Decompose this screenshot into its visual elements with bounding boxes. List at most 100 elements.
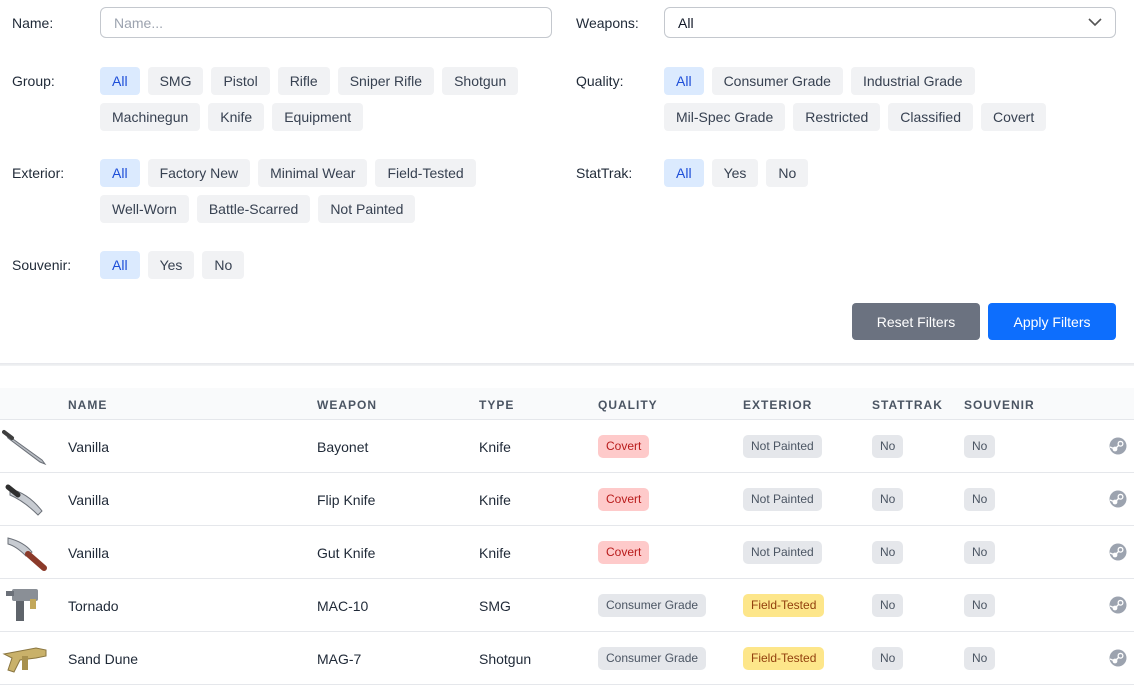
exterior-chip-minimal-wear[interactable]: Minimal Wear [258, 159, 368, 187]
souvenir-badge: No [964, 435, 996, 458]
stattrak-badge: No [872, 594, 904, 617]
souvenir-chip-all[interactable]: All [100, 251, 140, 279]
table-header: NAME WEAPON TYPE QUALITY EXTERIOR STATTR… [0, 388, 1134, 420]
cell-weapon: Flip Knife [317, 492, 376, 508]
group-chip-machinegun[interactable]: Machinegun [100, 103, 201, 131]
exterior-badge: Not Painted [743, 488, 822, 511]
steam-icon[interactable] [1109, 649, 1127, 667]
cell-name: Vanilla [68, 545, 109, 561]
quality-badge: Covert [598, 541, 650, 564]
souvenir-badge: No [964, 541, 996, 564]
stattrak-chip-yes[interactable]: Yes [711, 159, 759, 187]
quality-badge: Consumer Grade [598, 594, 707, 617]
stattrak-badge: No [872, 541, 904, 564]
cell-type: Knife [479, 492, 511, 508]
souvenir-chip-no[interactable]: No [202, 251, 245, 279]
exterior-chip-field-tested[interactable]: Field-Tested [375, 159, 476, 187]
header-stattrak[interactable]: STATTRAK [872, 398, 943, 412]
exterior-badge: Not Painted [743, 541, 822, 564]
stattrak-badge: No [872, 647, 904, 670]
quality-options: All Consumer Grade Industrial Grade Mil-Spe… [664, 67, 1094, 131]
weapons-label: Weapons: [576, 15, 639, 31]
table-row[interactable]: Vanilla Flip Knife Knife Covert Not Painted N… [0, 473, 1134, 526]
cell-weapon: Bayonet [317, 439, 369, 455]
exterior-chip-all[interactable]: All [100, 159, 140, 187]
quality-chip-consumer-grade[interactable]: Consumer Grade [711, 67, 843, 95]
name-label: Name: [12, 15, 54, 31]
header-type[interactable]: TYPE [479, 398, 514, 412]
cell-type: Knife [479, 439, 511, 455]
cell-name: Vanilla [68, 439, 109, 455]
cell-weapon: MAG-7 [317, 651, 362, 667]
souvenir-chip-yes[interactable]: Yes [147, 251, 195, 279]
group-chip-equipment[interactable]: Equipment [272, 103, 364, 131]
exterior-badge: Field-Tested [743, 594, 825, 617]
weapons-select-value: All [678, 14, 694, 31]
reset-filters-button[interactable]: Reset Filters [852, 303, 980, 340]
cell-name: Sand Dune [68, 651, 139, 667]
table-row[interactable]: Vanilla Gut Knife Knife Covert Not Painted No… [0, 526, 1134, 579]
group-chip-pistol[interactable]: Pistol [211, 67, 270, 95]
quality-badge: Consumer Grade [598, 647, 707, 670]
cell-name: Tornado [68, 598, 119, 614]
souvenir-label: Souvenir: [12, 257, 72, 273]
table-body: Vanilla Bayonet Knife Covert Not Painted No No… [0, 420, 1134, 685]
cell-type: Shotgun [479, 651, 532, 667]
chevron-down-icon [1088, 18, 1102, 27]
table-row[interactable]: Sand Dune MAG-7 Shotgun Consumer Grade Field… [0, 632, 1134, 685]
quality-chip-covert[interactable]: Covert [981, 103, 1047, 131]
table-row[interactable]: Tornado MAC-10 SMG Consumer Grade Field-Test… [0, 579, 1134, 632]
group-label: Group: [12, 73, 55, 89]
quality-chip-industrial-grade[interactable]: Industrial Grade [850, 67, 975, 95]
exterior-options: All Factory New Minimal Wear Field-Tested We… [100, 159, 520, 223]
exterior-label: Exterior: [12, 165, 65, 181]
table-row[interactable]: Vanilla Bayonet Knife Covert Not Painted No No [0, 420, 1134, 473]
cell-weapon: Gut Knife [317, 545, 376, 561]
quality-chip-all[interactable]: All [664, 67, 704, 95]
group-chip-all[interactable]: All [100, 67, 140, 95]
header-quality[interactable]: QUALITY [598, 398, 658, 412]
group-chip-sniper-rifle[interactable]: Sniper Rifle [337, 67, 435, 95]
header-souvenir[interactable]: SOUVENIR [964, 398, 1035, 412]
section-divider [0, 363, 1134, 366]
group-chip-knife[interactable]: Knife [208, 103, 265, 131]
cell-name: Vanilla [68, 492, 109, 508]
group-chip-shotgun[interactable]: Shotgun [442, 67, 519, 95]
exterior-badge: Not Painted [743, 435, 822, 458]
cell-weapon: MAC-10 [317, 598, 369, 614]
souvenir-badge: No [964, 647, 996, 670]
stattrak-badge: No [872, 488, 904, 511]
quality-chip-restricted[interactable]: Restricted [793, 103, 881, 131]
group-chip-rifle[interactable]: Rifle [277, 67, 330, 95]
cell-type: Knife [479, 545, 511, 561]
souvenir-options: All Yes No [100, 251, 400, 279]
stattrak-chip-no[interactable]: No [766, 159, 809, 187]
header-weapon[interactable]: WEAPON [317, 398, 377, 412]
stattrak-label: StatTrak: [576, 165, 633, 181]
quality-chip-classified[interactable]: Classified [888, 103, 973, 131]
name-input[interactable] [100, 7, 552, 38]
exterior-chip-well-worn[interactable]: Well-Worn [100, 195, 189, 223]
group-chip-smg[interactable]: SMG [147, 67, 204, 95]
quality-label: Quality: [576, 73, 624, 89]
gut-knife-icon [7, 537, 47, 571]
weapons-select[interactable]: All [664, 7, 1116, 38]
exterior-badge: Field-Tested [743, 647, 825, 670]
group-options: All SMG Pistol Rifle Sniper Rifle Shotgun Mach… [100, 67, 550, 131]
stattrak-options: All Yes No [664, 159, 964, 187]
header-exterior[interactable]: EXTERIOR [743, 398, 812, 412]
steam-icon[interactable] [1109, 490, 1127, 508]
steam-icon[interactable] [1109, 596, 1127, 614]
apply-filters-button[interactable]: Apply Filters [988, 303, 1116, 340]
header-name[interactable]: NAME [68, 398, 107, 412]
exterior-chip-battle-scarred[interactable]: Battle-Scarred [196, 195, 311, 223]
steam-icon[interactable] [1109, 543, 1127, 561]
stattrak-chip-all[interactable]: All [664, 159, 704, 187]
steam-icon[interactable] [1109, 437, 1127, 455]
quality-chip-mil-spec-grade[interactable]: Mil-Spec Grade [664, 103, 786, 131]
skins-table: NAME WEAPON TYPE QUALITY EXTERIOR STATTR… [0, 388, 1134, 685]
exterior-chip-factory-new[interactable]: Factory New [147, 159, 251, 187]
exterior-chip-not-painted[interactable]: Not Painted [318, 195, 416, 223]
bayonet-knife-icon [2, 430, 47, 466]
flip-knife-icon [5, 484, 43, 516]
